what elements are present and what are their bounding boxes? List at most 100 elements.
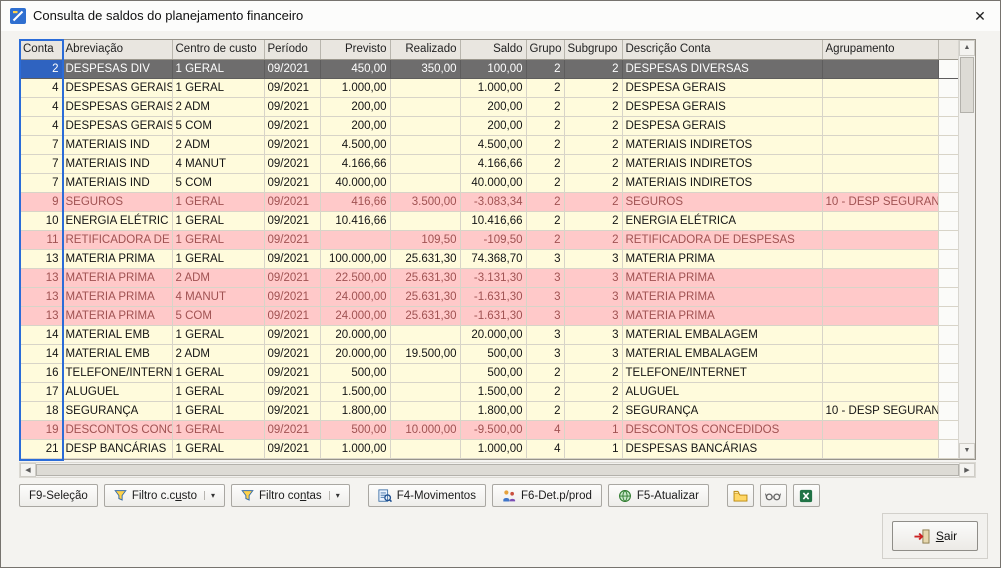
cell-abreviacao: DESPESAS DIV xyxy=(62,59,172,78)
cell-filler xyxy=(938,135,960,154)
column-header-agrupamento[interactable]: Agrupamento xyxy=(822,40,938,59)
cell-subgrupo: 2 xyxy=(564,59,622,78)
column-header-centro_custo[interactable]: Centro de custo xyxy=(172,40,264,59)
table-row[interactable]: 7MATERIAIS IND4 MANUT09/20214.166,664.16… xyxy=(20,154,960,173)
f4-movimentos-button[interactable]: F4-Movimentos xyxy=(368,484,486,507)
column-header-saldo[interactable]: Saldo xyxy=(460,40,526,59)
table-row[interactable]: 17ALUGUEL1 GERAL09/20211.500,001.500,002… xyxy=(20,382,960,401)
table-row[interactable]: 14MATERIAL EMB2 ADM09/202120.000,0019.50… xyxy=(20,344,960,363)
cell-subgrupo: 3 xyxy=(564,268,622,287)
column-header-conta[interactable]: Conta xyxy=(20,40,62,59)
cell-abreviacao: SEGUROS xyxy=(62,192,172,211)
scroll-right-icon[interactable] xyxy=(959,463,975,477)
cell-saldo: 200,00 xyxy=(460,116,526,135)
cell-agrupamento xyxy=(822,363,938,382)
cell-saldo: 40.000,00 xyxy=(460,173,526,192)
horizontal-scrollbar-thumb[interactable] xyxy=(36,464,959,476)
column-header-previsto[interactable]: Previsto xyxy=(320,40,390,59)
cell-filler xyxy=(938,439,960,458)
table-row[interactable]: 18SEGURANÇA1 GERAL09/20211.800,001.800,0… xyxy=(20,401,960,420)
cell-saldo: -3.131,30 xyxy=(460,268,526,287)
filtro-centro-custo-label: Filtro c.custo xyxy=(132,490,197,502)
filtro-contas-button[interactable]: Filtro contas xyxy=(231,484,350,507)
table-row[interactable]: 13MATERIA PRIMA2 ADM09/202122.500,0025.6… xyxy=(20,268,960,287)
sair-button[interactable]: Sair xyxy=(892,521,978,551)
table-row[interactable]: 21DESP BANCÁRIAS1 GERAL09/20211.000,001.… xyxy=(20,439,960,458)
cell-subgrupo: 3 xyxy=(564,306,622,325)
folder-button[interactable] xyxy=(727,484,754,507)
f9-selecao-button[interactable]: F9-Seleção xyxy=(19,484,98,507)
cell-realizado xyxy=(390,211,460,230)
refresh-globe-icon xyxy=(618,489,632,503)
cell-periodo: 09/2021 xyxy=(264,154,320,173)
cell-agrupamento: 10 - DESP SEGURAN xyxy=(822,192,938,211)
cell-subgrupo: 1 xyxy=(564,439,622,458)
cell-saldo: 1.000,00 xyxy=(460,439,526,458)
cell-previsto: 1.000,00 xyxy=(320,439,390,458)
table-row[interactable]: 13MATERIA PRIMA1 GERAL09/2021100.000,002… xyxy=(20,249,960,268)
table-row[interactable]: 4DESPESAS GERAIS2 ADM09/2021200,00200,00… xyxy=(20,97,960,116)
cell-agrupamento xyxy=(822,154,938,173)
cell-grupo: 3 xyxy=(526,268,564,287)
cell-conta: 16 xyxy=(20,363,62,382)
vertical-scrollbar-thumb[interactable] xyxy=(960,57,974,113)
cell-periodo: 09/2021 xyxy=(264,116,320,135)
cell-saldo: -1.631,30 xyxy=(460,306,526,325)
cell-descricao: ENERGIA ELÉTRICA xyxy=(622,211,822,230)
cell-conta: 19 xyxy=(20,420,62,439)
cell-conta: 10 xyxy=(20,211,62,230)
cell-grupo: 2 xyxy=(526,97,564,116)
cell-abreviacao: DESCONTOS CONCE xyxy=(62,420,172,439)
cell-previsto: 1.800,00 xyxy=(320,401,390,420)
table-row[interactable]: 4DESPESAS GERAIS5 COM09/2021200,00200,00… xyxy=(20,116,960,135)
scroll-up-icon[interactable] xyxy=(959,40,975,56)
cell-agrupamento xyxy=(822,420,938,439)
table-row[interactable]: 13MATERIA PRIMA4 MANUT09/202124.000,0025… xyxy=(20,287,960,306)
f6-detalhe-produto-button[interactable]: F6-Det.p/prod xyxy=(492,484,602,507)
chevron-down-icon[interactable] xyxy=(329,491,340,500)
glasses-button[interactable] xyxy=(760,484,787,507)
column-header-grupo[interactable]: Grupo xyxy=(526,40,564,59)
table-row[interactable]: 19DESCONTOS CONCE1 GERAL09/2021500,0010.… xyxy=(20,420,960,439)
table-row[interactable]: 16TELEFONE/INTERN1 GERAL09/2021500,00500… xyxy=(20,363,960,382)
column-header-subgrupo[interactable]: Subgrupo xyxy=(564,40,622,59)
cell-realizado xyxy=(390,363,460,382)
cell-filler xyxy=(938,59,960,78)
cell-centro_custo: 1 GERAL xyxy=(172,325,264,344)
table-row[interactable]: 11RETIFICADORA DE1 GERAL09/2021109,50-10… xyxy=(20,230,960,249)
vertical-scrollbar[interactable] xyxy=(958,40,975,459)
cell-conta: 7 xyxy=(20,135,62,154)
table-row[interactable]: 14MATERIAL EMB1 GERAL09/202120.000,0020.… xyxy=(20,325,960,344)
excel-export-button[interactable] xyxy=(793,484,820,507)
cell-descricao: ALUGUEL xyxy=(622,382,822,401)
scroll-left-icon[interactable] xyxy=(20,463,36,477)
cell-filler xyxy=(938,382,960,401)
cell-conta: 7 xyxy=(20,173,62,192)
cell-conta: 13 xyxy=(20,306,62,325)
scroll-down-icon[interactable] xyxy=(959,443,975,459)
cell-conta: 7 xyxy=(20,154,62,173)
cell-centro_custo: 1 GERAL xyxy=(172,78,264,97)
chevron-down-icon[interactable] xyxy=(204,491,215,500)
filtro-centro-custo-button[interactable]: Filtro c.custo xyxy=(104,484,225,507)
table-row[interactable]: 7MATERIAIS IND5 COM09/202140.000,0040.00… xyxy=(20,173,960,192)
table-row[interactable]: 10ENERGIA ELÉTRIC1 GERAL09/202110.416,66… xyxy=(20,211,960,230)
table-row[interactable]: 7MATERIAIS IND2 ADM09/20214.500,004.500,… xyxy=(20,135,960,154)
close-icon[interactable]: ✕ xyxy=(968,4,992,28)
column-header-realizado[interactable]: Realizado xyxy=(390,40,460,59)
table-row[interactable]: 13MATERIA PRIMA5 COM09/202124.000,0025.6… xyxy=(20,306,960,325)
table-row[interactable]: 2DESPESAS DIV1 GERAL09/2021450,00350,001… xyxy=(20,59,960,78)
column-header-periodo[interactable]: Período xyxy=(264,40,320,59)
f5-atualizar-button[interactable]: F5-Atualizar xyxy=(608,484,709,507)
cell-previsto: 10.416,66 xyxy=(320,211,390,230)
table-row[interactable]: 9SEGUROS1 GERAL09/2021416,663.500,00-3.0… xyxy=(20,192,960,211)
column-header-descricao[interactable]: Descrição Conta xyxy=(622,40,822,59)
table-row[interactable]: 4DESPESAS GERAIS1 GERAL09/20211.000,001.… xyxy=(20,78,960,97)
cell-descricao: MATERIA PRIMA xyxy=(622,268,822,287)
cell-periodo: 09/2021 xyxy=(264,439,320,458)
cell-subgrupo: 2 xyxy=(564,363,622,382)
horizontal-scrollbar[interactable] xyxy=(19,462,976,478)
cell-centro_custo: 1 GERAL xyxy=(172,382,264,401)
product-detail-icon xyxy=(502,489,516,503)
column-header-abreviacao[interactable]: Abreviação xyxy=(62,40,172,59)
